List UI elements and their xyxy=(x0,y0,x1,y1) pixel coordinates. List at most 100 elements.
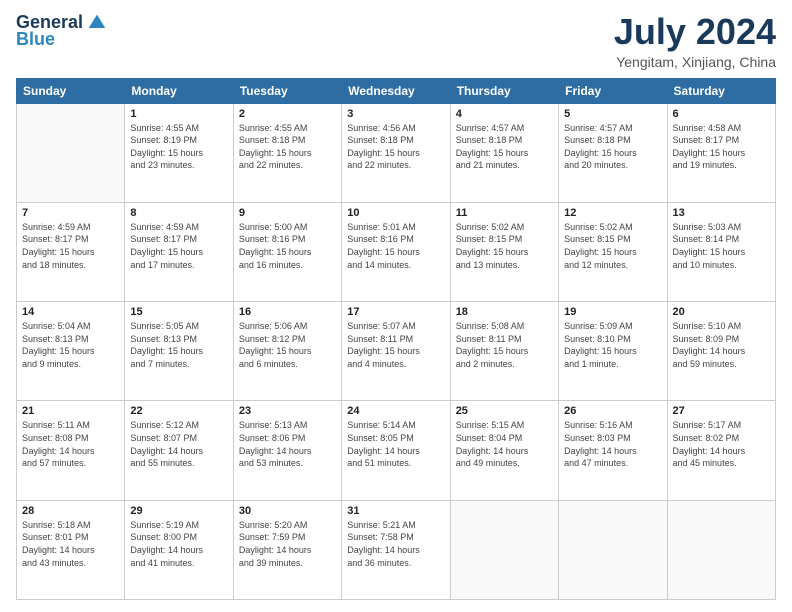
calendar-cell: 16 Sunrise: 5:06 AM Sunset: 8:12 PM Dayli… xyxy=(233,302,341,401)
calendar-cell: 18 Sunrise: 5:08 AM Sunset: 8:11 PM Dayli… xyxy=(450,302,558,401)
col-wednesday: Wednesday xyxy=(342,78,450,103)
day-number: 20 xyxy=(673,306,770,318)
calendar-cell: 30Sunrise: 5:20 AM Sunset: 7:59 PM Dayli… xyxy=(233,500,341,599)
calendar-cell: 4 Sunrise: 4:57 AM Sunset: 8:18 PM Daylig… xyxy=(450,103,558,202)
day-info: Sunrise: 5:00 AM Sunset: 8:16 PM Dayligh… xyxy=(239,221,336,271)
day-number: 11 xyxy=(456,207,553,219)
day-number: 1 xyxy=(130,108,227,120)
col-friday: Friday xyxy=(559,78,667,103)
calendar-cell: 7 Sunrise: 4:59 AM Sunset: 8:17 PM Daylig… xyxy=(17,202,125,301)
day-info: Sunrise: 4:57 AM Sunset: 8:18 PM Dayligh… xyxy=(456,122,553,172)
day-number: 31 xyxy=(347,505,444,517)
calendar-cell: 26 Sunrise: 5:16 AM Sunset: 8:03 PM Dayli… xyxy=(559,401,667,500)
day-number: 26 xyxy=(564,405,661,417)
calendar-cell xyxy=(17,103,125,202)
calendar-cell: 23 Sunrise: 5:13 AM Sunset: 8:06 PM Dayli… xyxy=(233,401,341,500)
calendar-cell xyxy=(450,500,558,599)
day-info: Sunrise: 4:59 AM Sunset: 8:17 PM Dayligh… xyxy=(130,221,227,271)
day-info: Sunrise: 5:08 AM Sunset: 8:11 PM Dayligh… xyxy=(456,320,553,370)
calendar-week-3: 14 Sunrise: 5:04 AM Sunset: 8:13 PM Dayli… xyxy=(17,302,776,401)
day-info: Sunrise: 5:03 AM Sunset: 8:14 PM Dayligh… xyxy=(673,221,770,271)
day-number: 10 xyxy=(347,207,444,219)
day-info: Sunrise: 5:02 AM Sunset: 8:15 PM Dayligh… xyxy=(564,221,661,271)
day-number: 19 xyxy=(564,306,661,318)
col-sunday: Sunday xyxy=(17,78,125,103)
day-number: 23 xyxy=(239,405,336,417)
day-number: 29 xyxy=(130,505,227,517)
day-info: Sunrise: 5:07 AM Sunset: 8:11 PM Dayligh… xyxy=(347,320,444,370)
day-number: 4 xyxy=(456,108,553,120)
day-number: 8 xyxy=(130,207,227,219)
calendar-cell: 6Sunrise: 4:58 AM Sunset: 8:17 PM Daylig… xyxy=(667,103,775,202)
logo-blue-text: Blue xyxy=(16,29,55,50)
calendar-cell xyxy=(667,500,775,599)
calendar-cell: 27 Sunrise: 5:17 AM Sunset: 8:02 PM Dayli… xyxy=(667,401,775,500)
calendar-cell: 24Sunrise: 5:14 AM Sunset: 8:05 PM Dayli… xyxy=(342,401,450,500)
logo: General Blue xyxy=(16,12,107,50)
day-number: 2 xyxy=(239,108,336,120)
day-number: 9 xyxy=(239,207,336,219)
calendar-week-2: 7 Sunrise: 4:59 AM Sunset: 8:17 PM Daylig… xyxy=(17,202,776,301)
day-info: Sunrise: 5:11 AM Sunset: 8:08 PM Dayligh… xyxy=(22,419,119,469)
day-number: 25 xyxy=(456,405,553,417)
calendar-week-4: 21 Sunrise: 5:11 AM Sunset: 8:08 PM Dayli… xyxy=(17,401,776,500)
day-info: Sunrise: 5:16 AM Sunset: 8:03 PM Dayligh… xyxy=(564,419,661,469)
calendar-cell: 3Sunrise: 4:56 AM Sunset: 8:18 PM Daylig… xyxy=(342,103,450,202)
day-info: Sunrise: 5:21 AM Sunset: 7:58 PM Dayligh… xyxy=(347,519,444,569)
calendar-cell: 12Sunrise: 5:02 AM Sunset: 8:15 PM Dayli… xyxy=(559,202,667,301)
calendar-table: Sunday Monday Tuesday Wednesday Thursday… xyxy=(16,78,776,600)
day-info: Sunrise: 4:55 AM Sunset: 8:19 PM Dayligh… xyxy=(130,122,227,172)
day-info: Sunrise: 5:10 AM Sunset: 8:09 PM Dayligh… xyxy=(673,320,770,370)
calendar-cell: 1 Sunrise: 4:55 AM Sunset: 8:19 PM Daylig… xyxy=(125,103,233,202)
calendar-cell: 5 Sunrise: 4:57 AM Sunset: 8:18 PM Daylig… xyxy=(559,103,667,202)
day-info: Sunrise: 4:59 AM Sunset: 8:17 PM Dayligh… xyxy=(22,221,119,271)
day-number: 24 xyxy=(347,405,444,417)
day-number: 16 xyxy=(239,306,336,318)
day-number: 18 xyxy=(456,306,553,318)
day-number: 21 xyxy=(22,405,119,417)
title-block: July 2024 Yengitam, Xinjiang, China xyxy=(614,12,776,70)
col-tuesday: Tuesday xyxy=(233,78,341,103)
day-info: Sunrise: 5:19 AM Sunset: 8:00 PM Dayligh… xyxy=(130,519,227,569)
day-info: Sunrise: 5:15 AM Sunset: 8:04 PM Dayligh… xyxy=(456,419,553,469)
calendar-cell: 21 Sunrise: 5:11 AM Sunset: 8:08 PM Dayli… xyxy=(17,401,125,500)
calendar-cell: 31 Sunrise: 5:21 AM Sunset: 7:58 PM Dayli… xyxy=(342,500,450,599)
day-info: Sunrise: 5:02 AM Sunset: 8:15 PM Dayligh… xyxy=(456,221,553,271)
day-info: Sunrise: 5:17 AM Sunset: 8:02 PM Dayligh… xyxy=(673,419,770,469)
day-info: Sunrise: 4:56 AM Sunset: 8:18 PM Dayligh… xyxy=(347,122,444,172)
calendar-cell: 15Sunrise: 5:05 AM Sunset: 8:13 PM Dayli… xyxy=(125,302,233,401)
day-number: 17 xyxy=(347,306,444,318)
header: General Blue July 2024 Yengitam, Xinjian… xyxy=(16,12,776,70)
calendar-cell: 9 Sunrise: 5:00 AM Sunset: 8:16 PM Daylig… xyxy=(233,202,341,301)
col-saturday: Saturday xyxy=(667,78,775,103)
day-info: Sunrise: 5:09 AM Sunset: 8:10 PM Dayligh… xyxy=(564,320,661,370)
calendar-cell: 14 Sunrise: 5:04 AM Sunset: 8:13 PM Dayli… xyxy=(17,302,125,401)
day-info: Sunrise: 5:05 AM Sunset: 8:13 PM Dayligh… xyxy=(130,320,227,370)
calendar-cell: 29 Sunrise: 5:19 AM Sunset: 8:00 PM Dayli… xyxy=(125,500,233,599)
calendar-cell: 20 Sunrise: 5:10 AM Sunset: 8:09 PM Dayli… xyxy=(667,302,775,401)
day-info: Sunrise: 5:13 AM Sunset: 8:06 PM Dayligh… xyxy=(239,419,336,469)
calendar-cell: 13Sunrise: 5:03 AM Sunset: 8:14 PM Dayli… xyxy=(667,202,775,301)
calendar-week-1: 1 Sunrise: 4:55 AM Sunset: 8:19 PM Daylig… xyxy=(17,103,776,202)
day-number: 7 xyxy=(22,207,119,219)
day-info: Sunrise: 4:58 AM Sunset: 8:17 PM Dayligh… xyxy=(673,122,770,172)
day-number: 5 xyxy=(564,108,661,120)
day-info: Sunrise: 5:04 AM Sunset: 8:13 PM Dayligh… xyxy=(22,320,119,370)
calendar-cell: 25 Sunrise: 5:15 AM Sunset: 8:04 PM Dayli… xyxy=(450,401,558,500)
calendar-cell: 19 Sunrise: 5:09 AM Sunset: 8:10 PM Dayli… xyxy=(559,302,667,401)
day-info: Sunrise: 5:18 AM Sunset: 8:01 PM Dayligh… xyxy=(22,519,119,569)
calendar-cell: 2Sunrise: 4:55 AM Sunset: 8:18 PM Daylig… xyxy=(233,103,341,202)
day-number: 28 xyxy=(22,505,119,517)
day-info: Sunrise: 5:06 AM Sunset: 8:12 PM Dayligh… xyxy=(239,320,336,370)
calendar-cell: 10 Sunrise: 5:01 AM Sunset: 8:16 PM Dayli… xyxy=(342,202,450,301)
day-info: Sunrise: 5:12 AM Sunset: 8:07 PM Dayligh… xyxy=(130,419,227,469)
day-number: 14 xyxy=(22,306,119,318)
day-info: Sunrise: 5:01 AM Sunset: 8:16 PM Dayligh… xyxy=(347,221,444,271)
day-info: Sunrise: 5:20 AM Sunset: 7:59 PM Dayligh… xyxy=(239,519,336,569)
day-number: 27 xyxy=(673,405,770,417)
calendar-week-5: 28 Sunrise: 5:18 AM Sunset: 8:01 PM Dayli… xyxy=(17,500,776,599)
calendar-cell: 11 Sunrise: 5:02 AM Sunset: 8:15 PM Dayli… xyxy=(450,202,558,301)
calendar-cell xyxy=(559,500,667,599)
day-info: Sunrise: 4:57 AM Sunset: 8:18 PM Dayligh… xyxy=(564,122,661,172)
calendar-cell: 28 Sunrise: 5:18 AM Sunset: 8:01 PM Dayli… xyxy=(17,500,125,599)
